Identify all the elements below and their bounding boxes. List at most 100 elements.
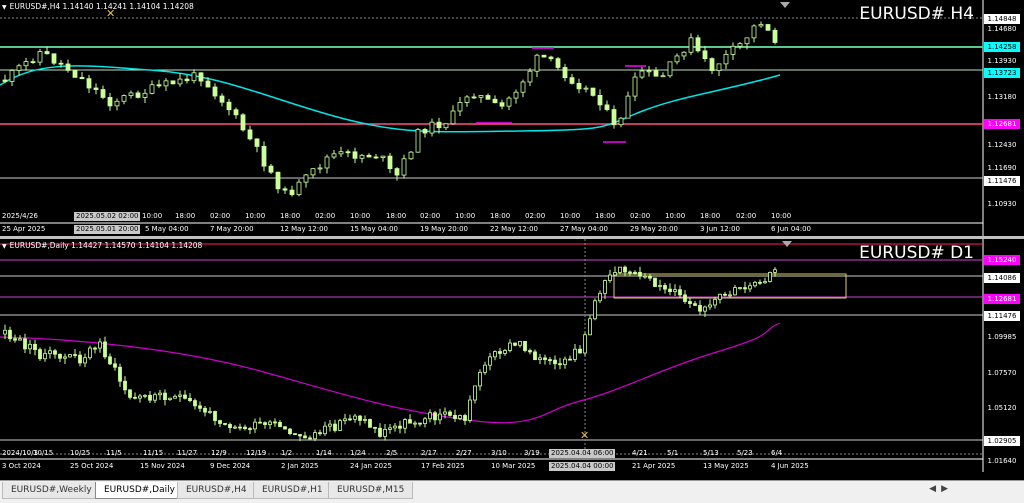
- d1-candle: [748, 282, 752, 293]
- d1-candle: [528, 348, 532, 355]
- h4-time-label: 5 May 04:00: [145, 225, 189, 233]
- h4-candle: [772, 27, 778, 45]
- h4-candle: [226, 98, 232, 116]
- h4-chart-header: ▼ EURUSD#,H4 1.14140 1.14241 1.14104 1.14…: [2, 2, 194, 11]
- d1-candle: [468, 395, 472, 423]
- d1-candle: [503, 348, 507, 356]
- d1-candle: [128, 389, 132, 400]
- d1-candle: [308, 435, 312, 440]
- chart-tab[interactable]: EURUSD#,H4: [177, 482, 256, 499]
- d1-time-label: 15 Nov 2024: [140, 462, 185, 470]
- chart-tab[interactable]: EURUSD#,Weekly: [2, 482, 101, 499]
- h4-chart-canvas[interactable]: ✕: [0, 0, 1024, 236]
- h4-time-label: 18:00: [386, 212, 407, 220]
- h4-candle: [618, 116, 624, 128]
- d1-candle: [773, 267, 777, 277]
- h4-time-label: 12 May 12:00: [280, 225, 329, 233]
- h4-shift-marker-icon: [780, 2, 790, 8]
- h4-time-label: 02:00: [210, 212, 231, 220]
- d1-time-label: 10 Mar 2025: [491, 462, 536, 470]
- h4-candle: [471, 93, 477, 100]
- d1-candle: [418, 422, 422, 427]
- d1-candle: [73, 349, 77, 359]
- h4-chart-pane[interactable]: ✕ ▼ EURUSD#,H4 1.14140 1.14241 1.14104 1.…: [0, 0, 1024, 236]
- d1-candle: [513, 342, 517, 347]
- d1-price-label: 1.12681: [984, 294, 1020, 304]
- d1-candle: [263, 421, 267, 429]
- h4-candle: [142, 89, 148, 104]
- scroll-right-icon[interactable]: ▶: [941, 484, 948, 494]
- d1-candle: [708, 299, 712, 310]
- h4-candle: [646, 66, 652, 77]
- d1-price-label: 1.07570: [987, 369, 1017, 377]
- h4-candle: [632, 72, 638, 102]
- d1-candle: [488, 352, 492, 371]
- h4-time-label: 10:00: [455, 212, 476, 220]
- chart-tab[interactable]: EURUSD#,M15: [328, 482, 414, 499]
- d1-candle: [653, 277, 657, 288]
- h4-candle: [324, 154, 330, 174]
- d1-candle: [368, 418, 372, 428]
- d1-candle: [608, 269, 612, 283]
- chart-tab[interactable]: EURUSD#,Daily: [95, 482, 184, 499]
- d1-crosshair-date-box: 2025.04.04 00:00: [549, 462, 616, 471]
- collapse-triangle-icon[interactable]: ▼: [2, 243, 7, 250]
- d1-time-label: 2/5: [386, 449, 398, 457]
- d1-candle: [583, 332, 587, 357]
- d1-chart-header: ▼ EURUSD#,Daily 1.14427 1.14570 1.14104 1…: [2, 241, 202, 250]
- h4-time-label: 19 May 20:00: [420, 225, 469, 233]
- d1-time-label: 1/2: [281, 449, 293, 457]
- h4-candle: [758, 21, 764, 28]
- chart-tab[interactable]: EURUSD#,H1: [253, 482, 332, 499]
- d1-candle: [38, 347, 42, 361]
- h4-candle: [107, 92, 113, 111]
- h4-candle: [534, 53, 540, 78]
- h4-symbol-title: EURUSD# H4: [859, 4, 974, 24]
- h4-candle: [177, 73, 183, 87]
- scroll-left-icon[interactable]: ◀: [929, 484, 936, 494]
- d1-candle: [143, 394, 147, 399]
- d1-time-label: 5/23: [737, 449, 753, 457]
- d1-candle: [563, 356, 567, 369]
- d1-candle: [58, 353, 62, 363]
- h4-candle: [359, 153, 365, 163]
- h4-candle: [289, 185, 295, 197]
- d1-candle: [453, 409, 457, 422]
- d1-candle: [483, 361, 487, 375]
- d1-candle: [268, 419, 272, 430]
- d1-candle: [648, 273, 652, 281]
- h4-candle: [387, 152, 393, 174]
- d1-candle: [508, 339, 512, 353]
- d1-time-label: 5/13: [703, 449, 719, 457]
- h4-candle: [114, 98, 120, 111]
- d1-candle: [533, 349, 537, 361]
- h4-time-label: 15 May 04:00: [350, 225, 399, 233]
- h4-candle: [415, 127, 421, 153]
- h4-candle: [156, 79, 162, 88]
- collapse-triangle-icon[interactable]: ▼: [2, 4, 7, 11]
- d1-chart-canvas[interactable]: ✕: [0, 239, 1024, 472]
- d1-candle: [423, 417, 427, 428]
- d1-chart-pane[interactable]: ✕ ▼ EURUSD#,Daily 1.14427 1.14570 1.14104…: [0, 239, 1024, 472]
- d1-time-label: 12/19: [246, 449, 267, 457]
- d1-time-label: 24 Jan 2025: [350, 462, 392, 470]
- h4-candle: [751, 24, 757, 43]
- h4-time-label: 10:00: [771, 212, 792, 220]
- d1-candle: [398, 420, 402, 434]
- h4-candle: [170, 80, 176, 85]
- h4-candle: [30, 58, 36, 64]
- h4-candle: [331, 149, 337, 159]
- h4-candle: [247, 125, 253, 141]
- h4-time-label: 10:00: [245, 212, 266, 220]
- h4-candle: [65, 59, 71, 73]
- h4-candle: [639, 67, 645, 80]
- h4-candle: [730, 42, 736, 60]
- h4-candle: [198, 72, 204, 87]
- d1-candle: [588, 315, 592, 336]
- h4-candle: [338, 146, 344, 157]
- d1-candle: [333, 419, 337, 433]
- h4-candle: [583, 85, 589, 93]
- h4-candle: [275, 171, 281, 194]
- d1-candle: [183, 390, 187, 400]
- d1-candle: [743, 281, 747, 294]
